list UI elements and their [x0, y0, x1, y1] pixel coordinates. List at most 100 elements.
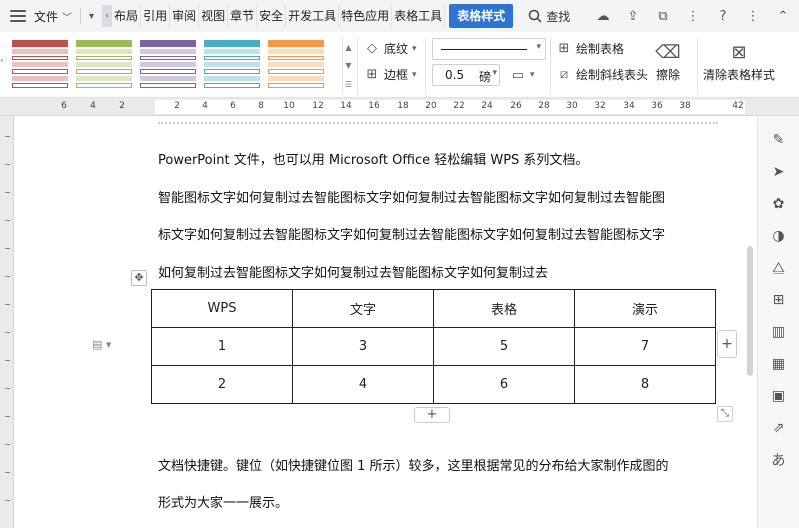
- border-button[interactable]: ⊞ 边框 ▾: [364, 66, 417, 83]
- table-cell[interactable]: 表格: [433, 289, 575, 328]
- chevron-down-icon: ▾: [412, 43, 417, 54]
- paragraph-options-icon[interactable]: ▤ ▾: [92, 338, 111, 351]
- table-cell[interactable]: 6: [433, 365, 575, 404]
- table-cell[interactable]: 1: [151, 327, 293, 366]
- style-icon[interactable]: ✿: [769, 194, 789, 214]
- draw-table-button[interactable]: ⊞ 绘制表格: [556, 40, 624, 57]
- grid-icon[interactable]: ⊞: [769, 290, 789, 310]
- layout-icon[interactable]: ▦: [769, 354, 789, 374]
- help-icon[interactable]: ?: [715, 8, 731, 24]
- line-width-select[interactable]: 0.5 磅 ▾: [432, 64, 500, 86]
- gallery-down-icon[interactable]: ▼: [345, 61, 351, 70]
- draw-diagonal-header-button[interactable]: ⧄ 绘制斜线表头: [556, 66, 648, 83]
- table-cell[interactable]: 3: [292, 327, 434, 366]
- line-style-select[interactable]: ▾: [432, 38, 546, 60]
- tab-review[interactable]: 审阅: [170, 4, 200, 28]
- gallery-scroll[interactable]: ▲ ▼ ☰: [342, 38, 354, 94]
- collapse-ribbon-icon[interactable]: ⌃: [775, 8, 791, 24]
- table-style-swatch[interactable]: [74, 38, 134, 90]
- vertical-scrollbar[interactable]: [745, 116, 755, 528]
- swatch-row: [204, 69, 260, 75]
- paragraph-line[interactable]: 智能图标文字如何复制过去智能图标文字如何复制过去智能图标文字如何复制过去智能图: [158, 187, 665, 206]
- table-cell[interactable]: 5: [433, 327, 575, 366]
- tab-references[interactable]: 引用: [141, 4, 171, 28]
- paragraph-line[interactable]: 如何复制过去智能图标文字如何复制过去智能图标文字如何复制过去: [158, 262, 548, 281]
- paragraph-line[interactable]: PowerPoint 文件，也可以用 Microsoft Office 轻松编辑…: [158, 149, 588, 168]
- paint-bucket-icon: ◇: [367, 41, 377, 56]
- ruler-tick: 12: [312, 101, 324, 111]
- ruler-tick: 28: [538, 101, 550, 111]
- more-options-icon[interactable]: ⋮: [745, 8, 761, 24]
- export-icon[interactable]: ⧉: [655, 8, 671, 24]
- table-style-swatch[interactable]: [138, 38, 198, 90]
- search-button[interactable]: 查找: [527, 8, 570, 25]
- gallery-expand-icon[interactable]: ☰: [345, 80, 352, 89]
- cloud-sync-icon[interactable]: ☁: [595, 8, 611, 24]
- scrollbar-thumb[interactable]: [747, 246, 753, 376]
- paragraph-line[interactable]: 标文字如何复制过去智能图标文字如何复制过去智能图标文字如何复制过去智能图标文字: [158, 224, 665, 243]
- ribbon: ‹ ▲ ▼ ☰ ◇ 底纹 ▾ ⊞ 边框 ▾ ▾ 0.5 磅 ▾ ▭ ▾ ⊞ 绘制…: [0, 32, 799, 98]
- translate-icon[interactable]: あ: [769, 450, 789, 470]
- clear-table-style-button[interactable]: ⊠ 清除表格样式: [703, 40, 775, 83]
- border-icon: ⊞: [366, 67, 378, 82]
- swatch-row: [268, 55, 324, 61]
- table-resize-handle[interactable]: ⤡: [717, 406, 733, 422]
- swatch-header: [140, 40, 196, 47]
- share-out-icon[interactable]: ⇗: [769, 418, 789, 438]
- gallery-up-icon[interactable]: ▲: [345, 43, 351, 52]
- tab-table-tools[interactable]: 表格工具: [392, 4, 446, 28]
- quick-access-dropdown-icon[interactable]: ▾: [89, 11, 94, 22]
- table-style-swatch[interactable]: [266, 38, 326, 90]
- search-label: 查找: [546, 9, 571, 24]
- table-row: 1 3 5 7: [151, 327, 716, 366]
- tab-scroll-left-button[interactable]: ‹: [102, 5, 113, 27]
- ruler-tick: 20: [425, 101, 437, 111]
- table-style-swatch[interactable]: [10, 38, 70, 90]
- add-row-button[interactable]: +: [414, 407, 450, 423]
- table-cell[interactable]: 演示: [574, 289, 716, 328]
- pen-icon[interactable]: ✎: [769, 130, 789, 150]
- ruler-tick: 36: [651, 101, 663, 111]
- shading-button[interactable]: ◇ 底纹 ▾: [364, 40, 417, 57]
- tab-layout[interactable]: 布局: [112, 4, 142, 28]
- erase-button[interactable]: ⌫ 擦除: [655, 40, 680, 83]
- data-table[interactable]: WPS 文字 表格 演示 1 3 5 7 2 4 6 8: [151, 289, 716, 404]
- tab-developer[interactable]: 开发工具: [286, 4, 340, 28]
- swatch-header: [204, 40, 260, 47]
- table-cell[interactable]: 2: [151, 365, 293, 404]
- paragraph-line[interactable]: 文档快捷键。键位（如快捷键位图 1 所示）较多，这里根据常见的分布给大家制作成图…: [158, 455, 669, 474]
- swatch-row: [268, 62, 324, 68]
- line-color-button[interactable]: ▭ ▾: [510, 67, 535, 83]
- stack-icon[interactable]: ⧋: [769, 258, 789, 278]
- table-row: 2 4 6 8: [151, 365, 716, 404]
- chart-icon[interactable]: ▥: [769, 322, 789, 342]
- horizontal-ruler[interactable]: 6 4 2 2 4 6 8 10 12 14 16 18 20 22 24 26…: [0, 98, 799, 116]
- tab-view[interactable]: 视图: [199, 4, 229, 28]
- share-icon[interactable]: ⇪: [625, 8, 641, 24]
- file-menu[interactable]: 文件 ﹀: [34, 8, 72, 25]
- table-style-swatch[interactable]: [202, 38, 262, 90]
- table-style-gallery: [0, 38, 355, 94]
- tab-security[interactable]: 安全: [257, 4, 287, 28]
- tab-table-style[interactable]: 表格样式: [449, 4, 514, 28]
- table-cell[interactable]: WPS: [151, 289, 293, 328]
- table-cell[interactable]: 7: [574, 327, 716, 366]
- document-page[interactable]: PowerPoint 文件，也可以用 Microsoft Office 轻松编辑…: [14, 116, 756, 528]
- more-icon[interactable]: ⋮: [685, 8, 701, 24]
- cursor-icon[interactable]: ➤: [769, 162, 789, 182]
- table-move-handle[interactable]: ✥: [131, 270, 147, 286]
- table-cell[interactable]: 文字: [292, 289, 434, 328]
- image-icon[interactable]: ▣: [769, 386, 789, 406]
- table-cell[interactable]: 4: [292, 365, 434, 404]
- vertical-ruler[interactable]: [0, 116, 14, 528]
- pen-color-icon: ▭: [511, 67, 525, 83]
- add-column-button[interactable]: +: [717, 330, 737, 358]
- tab-features[interactable]: 特色应用: [339, 4, 393, 28]
- paragraph-line[interactable]: 形式为大家一一展示。: [158, 492, 288, 511]
- ruler-tick: 14: [340, 101, 352, 111]
- menu-icon[interactable]: [10, 10, 26, 22]
- table-cell[interactable]: 8: [574, 365, 716, 404]
- tab-section[interactable]: 章节: [228, 4, 258, 28]
- swatch-row: [12, 48, 68, 54]
- shapes-icon[interactable]: ◑: [769, 226, 789, 246]
